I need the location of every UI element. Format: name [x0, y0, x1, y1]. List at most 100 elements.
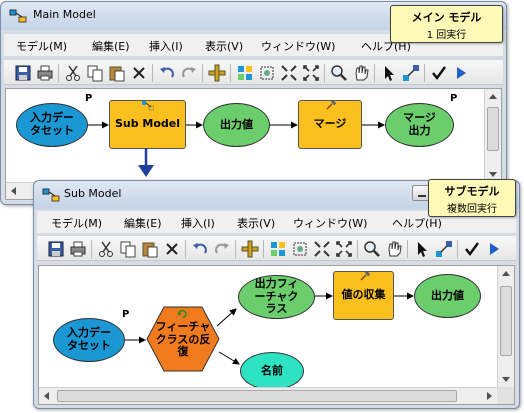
select-icon[interactable] — [380, 64, 398, 82]
toolbar-separator — [407, 240, 408, 258]
main-model-callout: メイン モデル 1 回実行 — [390, 5, 503, 43]
scroll-left-arrow-icon[interactable] — [11, 187, 16, 195]
main-window-title: Main Model — [33, 8, 96, 21]
menu-view[interactable]: 表示(V) — [237, 215, 275, 231]
pan-icon[interactable] — [352, 64, 370, 82]
modelbuilder-icon — [9, 9, 27, 23]
connect-icon[interactable] — [402, 64, 420, 82]
scroll-down-arrow-icon[interactable] — [502, 377, 510, 382]
menu-edit[interactable]: 編集(E) — [92, 38, 130, 54]
toolbar-separator — [235, 240, 236, 258]
auto-layout-icon[interactable] — [236, 64, 254, 82]
toolbar-separator — [91, 240, 92, 258]
menu-help[interactable]: ヘルプ(H) — [392, 215, 442, 231]
full-extent-icon[interactable] — [291, 240, 309, 258]
toolbar-separator — [185, 240, 186, 258]
menu-insert[interactable]: 挿入(I) — [181, 215, 215, 231]
undo-icon[interactable] — [191, 240, 209, 258]
horizontal-scroll-thumb[interactable] — [57, 390, 457, 402]
pan-icon[interactable] — [385, 240, 403, 258]
run-icon[interactable] — [452, 64, 470, 82]
menu-edit[interactable]: 編集(E) — [124, 215, 162, 231]
main-input-dataset-node[interactable]: 入力データセット — [16, 103, 88, 147]
zoom-out-fixed-icon[interactable] — [335, 240, 353, 258]
print-icon[interactable] — [36, 64, 54, 82]
scroll-right-arrow-icon[interactable] — [487, 392, 492, 400]
main-input-parameter-marker: P — [85, 93, 93, 104]
scroll-up-arrow-icon[interactable] — [502, 271, 510, 276]
sub-input-parameter-marker: P — [122, 309, 130, 320]
auto-layout-icon[interactable] — [269, 240, 287, 258]
toolbar-separator — [152, 64, 153, 82]
zoom-in-fixed-icon[interactable] — [280, 64, 298, 82]
toolbar-separator — [324, 64, 325, 82]
add-data-icon[interactable] — [208, 64, 226, 82]
main-toolbar — [4, 59, 503, 85]
save-icon[interactable] — [47, 240, 65, 258]
vertical-scroll-thumb[interactable] — [487, 107, 499, 151]
select-icon[interactable] — [413, 240, 431, 258]
full-extent-icon[interactable] — [258, 64, 276, 82]
delete-icon[interactable] — [163, 240, 181, 258]
save-icon[interactable] — [14, 64, 32, 82]
toolbar-separator — [230, 64, 231, 82]
undo-icon[interactable] — [158, 64, 176, 82]
name-node[interactable]: 名前 — [240, 352, 304, 390]
add-data-icon[interactable] — [241, 240, 259, 258]
toolbar-separator — [58, 64, 59, 82]
sub-output-value-node[interactable]: 出力値 — [414, 274, 481, 318]
feature-iterator-node[interactable]: フィーチャクラスの反復 — [152, 314, 214, 366]
zoom-in-fixed-icon[interactable] — [313, 240, 331, 258]
output-feature-class-node[interactable]: 出力フィーチャクラス — [238, 275, 315, 319]
menu-insert[interactable]: 挿入(I) — [149, 38, 183, 54]
delete-icon[interactable] — [130, 64, 148, 82]
paste-icon[interactable] — [141, 240, 159, 258]
iterator-loop-icon — [177, 309, 187, 319]
sub-horizontal-scrollbar[interactable] — [39, 387, 497, 404]
main-callout-subtitle: 1 回実行 — [426, 30, 467, 41]
main-vertical-scrollbar[interactable] — [484, 89, 501, 182]
validate-icon[interactable] — [463, 240, 481, 258]
main-merge-output-node[interactable]: マージ出力 — [385, 103, 454, 147]
modelbuilder-icon — [42, 188, 60, 202]
run-icon[interactable] — [485, 240, 503, 258]
sub-toolbar — [37, 235, 516, 261]
cut-icon[interactable] — [97, 240, 115, 258]
scroll-up-arrow-icon[interactable] — [489, 94, 497, 99]
redo-icon[interactable] — [213, 240, 231, 258]
copy-icon[interactable] — [119, 240, 137, 258]
minimize-icon — [418, 195, 426, 197]
sub-callout-subtitle: 複数回実行 — [447, 204, 497, 215]
print-icon[interactable] — [69, 240, 87, 258]
sub-input-dataset-node[interactable]: 入力データセット — [53, 318, 125, 362]
zoom-out-fixed-icon[interactable] — [302, 64, 320, 82]
paste-icon[interactable] — [108, 64, 126, 82]
validate-icon[interactable] — [430, 64, 448, 82]
toolbar-separator — [424, 64, 425, 82]
copy-icon[interactable] — [86, 64, 104, 82]
sub-vertical-scrollbar[interactable] — [497, 266, 514, 387]
toolbar-separator — [202, 64, 203, 82]
menu-view[interactable]: 表示(V) — [205, 38, 243, 54]
scroll-left-arrow-icon[interactable] — [44, 392, 49, 400]
main-output-parameter-marker: P — [450, 93, 458, 104]
menu-window[interactable]: ウィンドウ(W) — [261, 38, 335, 54]
main-callout-title: メイン モデル — [411, 11, 482, 24]
zoom-icon[interactable] — [330, 64, 348, 82]
connect-icon[interactable] — [435, 240, 453, 258]
vertical-scroll-thumb[interactable] — [500, 286, 512, 356]
toolbar-separator — [374, 64, 375, 82]
cut-icon[interactable] — [64, 64, 82, 82]
submodel-link-arrow — [138, 148, 154, 177]
menu-model[interactable]: モデル(M) — [16, 38, 67, 54]
menu-window[interactable]: ウィンドウ(W) — [293, 215, 367, 231]
scroll-down-arrow-icon[interactable] — [489, 172, 497, 177]
sub-window-title: Sub Model — [64, 187, 122, 200]
toolbar-separator — [357, 240, 358, 258]
redo-icon[interactable] — [180, 64, 198, 82]
sub-model-canvas[interactable]: 入力データセット P フィーチャクラスの反復 出力フィーチャクラス 名前 値の収… — [38, 265, 515, 405]
menu-model[interactable]: モデル(M) — [51, 215, 102, 231]
main-output-value-node[interactable]: 出力値 — [203, 103, 270, 147]
zoom-icon[interactable] — [363, 240, 381, 258]
scroll-corner — [497, 387, 514, 404]
